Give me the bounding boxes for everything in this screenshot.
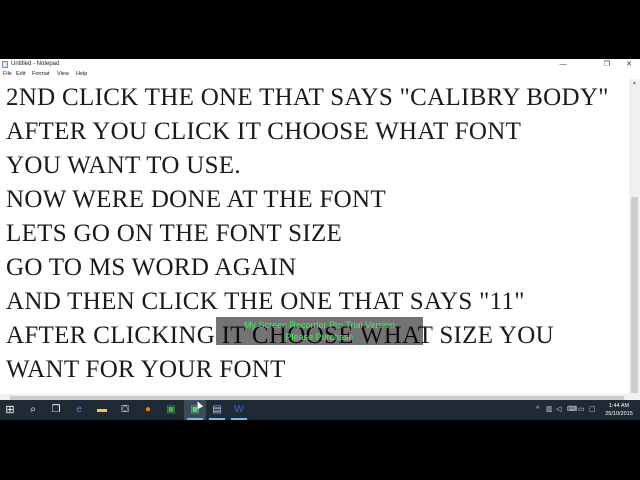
text-line: LETS GO ON THE FONT SIZE <box>6 220 343 247</box>
menu-edit[interactable]: Edit <box>16 70 25 79</box>
active-indicator <box>231 418 247 420</box>
active-indicator <box>187 418 203 420</box>
watermark-line-1: My Screen Recorder Pro Trial Version <box>243 320 396 330</box>
photos-icon[interactable]: ▣ <box>164 403 178 417</box>
notification-icon[interactable]: ▢ <box>589 405 596 414</box>
scroll-up-icon[interactable]: ▲ <box>629 79 640 88</box>
network-icon[interactable]: ▥ <box>546 405 553 414</box>
text-line: 2ND CLICK THE ONE THAT SAYS "CALIBRY BOD… <box>6 84 609 111</box>
menu-file[interactable]: File <box>3 70 12 79</box>
title-bar[interactable]: Untitled - Notepad — ❐ ✕ <box>0 59 640 70</box>
taskbar: ⊞ ⌕ ❐ e ▬ ⛋ ● ▣ ▣ ▤ W ^ ▥ ◁ ⌨ ▭ ▢ 1:44 A… <box>0 400 640 420</box>
word-icon[interactable]: W <box>232 403 246 417</box>
menu-help[interactable]: Help <box>76 70 87 79</box>
notepad-icon[interactable]: ▤ <box>210 403 224 417</box>
clock-time: 1:44 AM <box>608 403 630 409</box>
store-icon[interactable]: ⛋ <box>118 403 132 417</box>
keyboard-icon[interactable]: ⌨ <box>567 405 577 414</box>
menu-format[interactable]: Format <box>32 70 49 79</box>
recorder-watermark: My Screen Recorder Pro Trial Version Ple… <box>216 317 423 345</box>
system-clock[interactable]: 1:44 AM 25/10/2015 <box>600 402 638 418</box>
menu-view[interactable]: View <box>57 70 69 79</box>
desktop-screen: Untitled - Notepad — ❐ ✕ File Edit Forma… <box>0 59 640 420</box>
clock-date: 25/10/2015 <box>605 411 633 417</box>
active-indicator <box>209 418 225 420</box>
notepad-app-icon <box>2 61 8 68</box>
vertical-scroll-thumb[interactable] <box>631 197 638 393</box>
text-line: YOU WANT TO USE. <box>6 152 241 179</box>
battery-icon[interactable]: ▭ <box>578 405 585 414</box>
menu-bar: File Edit Format View Help <box>0 70 640 79</box>
firefox-icon[interactable]: ● <box>141 403 155 417</box>
text-line: AND THEN CLICK THE ONE THAT SAYS "11" <box>6 288 525 315</box>
window-title: Untitled - Notepad <box>11 61 60 67</box>
vertical-scrollbar[interactable]: ▲ <box>629 79 640 405</box>
file-explorer-icon[interactable]: ▬ <box>95 403 109 417</box>
minimize-button[interactable]: — <box>552 59 574 70</box>
search-icon[interactable]: ⌕ <box>26 403 40 417</box>
text-line: GO TO MS WORD AGAIN <box>6 254 297 281</box>
maximize-button[interactable]: ❐ <box>596 59 618 70</box>
text-line: AFTER YOU CLICK IT CHOOSE WHAT FONT <box>6 118 522 145</box>
text-editor-area[interactable]: 2ND CLICK THE ONE THAT SAYS "CALIBRY BOD… <box>0 79 629 405</box>
volume-icon[interactable]: ◁ <box>556 405 561 414</box>
text-line: WANT FOR YOUR FONT <box>6 356 286 383</box>
edge-icon[interactable]: e <box>72 403 86 417</box>
chevron-up-icon[interactable]: ^ <box>536 405 539 414</box>
watermark-line-2: Please Purchase <box>285 332 354 342</box>
close-button[interactable]: ✕ <box>618 59 640 70</box>
text-line: NOW WERE DONE AT THE FONT <box>6 186 386 213</box>
task-view-icon[interactable]: ❐ <box>49 403 63 417</box>
windows-logo-icon[interactable]: ⊞ <box>3 403 17 417</box>
